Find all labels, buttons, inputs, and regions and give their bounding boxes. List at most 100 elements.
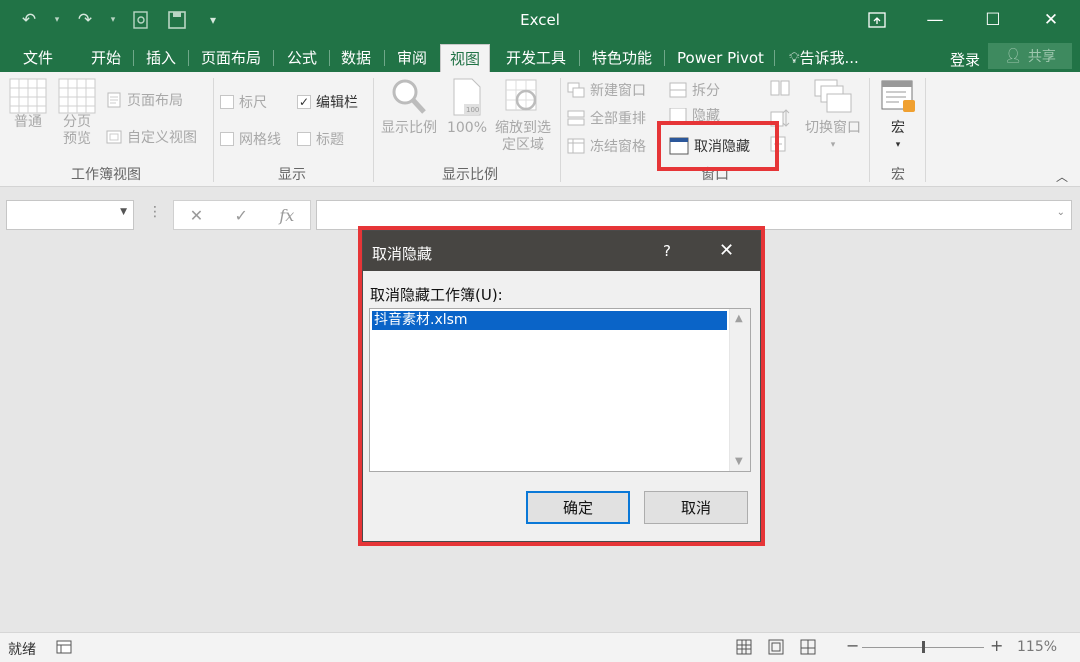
ruler-checkbox[interactable]: 标尺 [220, 92, 267, 112]
macros-button[interactable]: 宏 ▾ [874, 78, 922, 154]
print-preview-icon[interactable] [126, 8, 156, 32]
unhide-highlight-box [657, 121, 779, 171]
tab-file[interactable]: 文件 [14, 44, 62, 72]
macro-record-icon[interactable] [56, 640, 72, 658]
zoom-to-selection-button[interactable]: 缩放到选定区域 [492, 78, 554, 154]
redo-dropdown-icon[interactable]: ▾ [106, 8, 120, 32]
login-link[interactable]: 登录 [950, 49, 980, 70]
split-button[interactable]: 拆分 [669, 80, 720, 100]
list-item[interactable]: 抖音素材.xlsm [372, 311, 727, 330]
page-layout-view-button[interactable]: 页面布局 [106, 90, 183, 110]
page-layout-view-icon[interactable] [768, 639, 784, 659]
tab-formulas[interactable]: 公式 [278, 44, 326, 72]
normal-view-button[interactable]: 普通 [8, 78, 48, 131]
page-break-label: 分页预览 [63, 114, 91, 147]
tab-separator [188, 50, 189, 66]
headings-checkbox[interactable]: 标题 [297, 129, 344, 149]
tab-insert[interactable]: 插入 [137, 44, 185, 72]
tab-data[interactable]: 数据 [332, 44, 380, 72]
tell-me-search[interactable]: 💡︎告诉我... [780, 44, 868, 72]
customize-qat-icon[interactable]: ▾ [198, 8, 228, 32]
ribbon-display-icon[interactable] [848, 0, 906, 40]
formula-bar-label: 编辑栏 [316, 95, 358, 111]
scroll-down-icon[interactable]: ▼ [735, 456, 743, 467]
freeze-panes-label: 冻结窗格 [590, 139, 646, 155]
help-icon[interactable]: ? [663, 242, 671, 260]
normal-view-icon [9, 78, 47, 114]
normal-view-icon[interactable] [736, 639, 752, 659]
switch-windows-label: 切换窗口 [805, 120, 861, 136]
tab-page-layout[interactable]: 页面布局 [192, 44, 270, 72]
group-separator [373, 78, 374, 182]
page-break-icon [58, 78, 96, 114]
tab-separator [384, 50, 385, 66]
page-break-preview-button[interactable]: 分页预览 [56, 78, 98, 148]
custom-views-button[interactable]: 自定义视图 [106, 127, 197, 147]
tab-view[interactable]: 视图 [440, 44, 491, 72]
tab-developer[interactable]: 开发工具 [497, 44, 575, 72]
switch-windows-button[interactable]: 切换窗口 ▾ [800, 78, 866, 154]
tell-me-label: 告诉我... [799, 49, 859, 67]
tab-special[interactable]: 特色功能 [583, 44, 661, 72]
gridlines-checkbox[interactable]: 网格线 [220, 129, 281, 149]
tab-review[interactable]: 审阅 [388, 44, 436, 72]
redo-icon[interactable]: ↷ [70, 8, 100, 32]
cancel-button[interactable]: 取消 [644, 491, 748, 524]
share-button[interactable]: 👤︎ 共享 [988, 43, 1072, 69]
tab-home[interactable]: 开始 [82, 44, 130, 72]
headings-check-box[interactable] [297, 132, 311, 146]
zoom-out-icon[interactable]: − [846, 636, 859, 655]
view-buttons [736, 639, 816, 659]
zoom-slider-thumb[interactable] [922, 641, 925, 653]
formula-bar-grip-icon[interactable]: ⋮ [148, 204, 162, 220]
ribbon: 普通 分页预览 页面布局 自定义视图 工作簿视图 标尺 ✓ 编辑栏 网格线 标题… [0, 72, 1080, 187]
minimize-icon[interactable]: — [906, 0, 964, 40]
headings-label: 标题 [316, 132, 344, 148]
arrange-all-label: 全部重排 [590, 111, 646, 127]
group-label-show: 显示 [278, 167, 306, 183]
arrange-all-button[interactable]: 全部重排 [567, 108, 646, 128]
workbook-listbox[interactable]: 抖音素材.xlsm ▲ ▼ [369, 308, 751, 472]
arrange-all-icon [567, 110, 585, 126]
split-label: 拆分 [692, 83, 720, 99]
new-window-button[interactable]: 新建窗口 [567, 80, 646, 100]
name-box[interactable]: ▼ [6, 200, 134, 230]
page-break-view-icon[interactable] [800, 639, 816, 659]
undo-dropdown-icon[interactable]: ▾ [50, 8, 64, 32]
group-label-macros: 宏 [891, 167, 905, 183]
formula-bar-checkbox[interactable]: ✓ 编辑栏 [297, 92, 358, 112]
undo-icon[interactable]: ↶ [14, 8, 44, 32]
insert-function-icon[interactable]: fx [279, 206, 294, 225]
switch-windows-icon [814, 79, 852, 113]
ruler-check-box[interactable] [220, 95, 234, 109]
maximize-icon[interactable]: ☐ [964, 0, 1022, 40]
custom-views-label: 自定义视图 [127, 130, 197, 146]
save-icon[interactable] [162, 8, 192, 32]
page-layout-label: 页面布局 [127, 93, 183, 109]
listbox-scrollbar[interactable]: ▲ ▼ [729, 309, 750, 471]
collapse-ribbon-icon[interactable]: ︿ [1056, 168, 1068, 185]
zoom-100-button[interactable]: 100 100% [444, 78, 490, 137]
zoom-in-icon[interactable]: + [990, 636, 1003, 655]
hide-icon [669, 108, 687, 122]
zoom-button[interactable]: 显示比例 [378, 78, 440, 137]
formula-bar-check-box[interactable]: ✓ [297, 95, 311, 109]
ok-button[interactable]: 确定 [526, 491, 630, 524]
tab-power-pivot[interactable]: Power Pivot [668, 44, 773, 72]
status-ready: 就绪 [8, 642, 36, 658]
zoom-100-icon: 100 [453, 78, 481, 116]
view-side-by-side-button[interactable] [770, 80, 790, 96]
close-icon[interactable]: ✕ [1022, 0, 1080, 40]
zoom-level[interactable]: 115% [1017, 639, 1057, 655]
hide-button[interactable]: 隐藏 [669, 108, 720, 122]
group-separator [560, 78, 561, 182]
scroll-up-icon[interactable]: ▲ [735, 313, 743, 324]
tab-separator [664, 50, 665, 66]
freeze-panes-button[interactable]: 冻结窗格 [567, 136, 646, 156]
expand-formula-bar-icon[interactable]: ⌄ [1057, 207, 1065, 218]
close-icon[interactable]: ✕ [719, 240, 734, 261]
cancel-entry-icon[interactable]: ✕ [190, 206, 203, 225]
gridlines-check-box[interactable] [220, 132, 234, 146]
confirm-entry-icon[interactable]: ✓ [235, 206, 248, 225]
chevron-down-icon[interactable]: ▼ [120, 207, 127, 217]
